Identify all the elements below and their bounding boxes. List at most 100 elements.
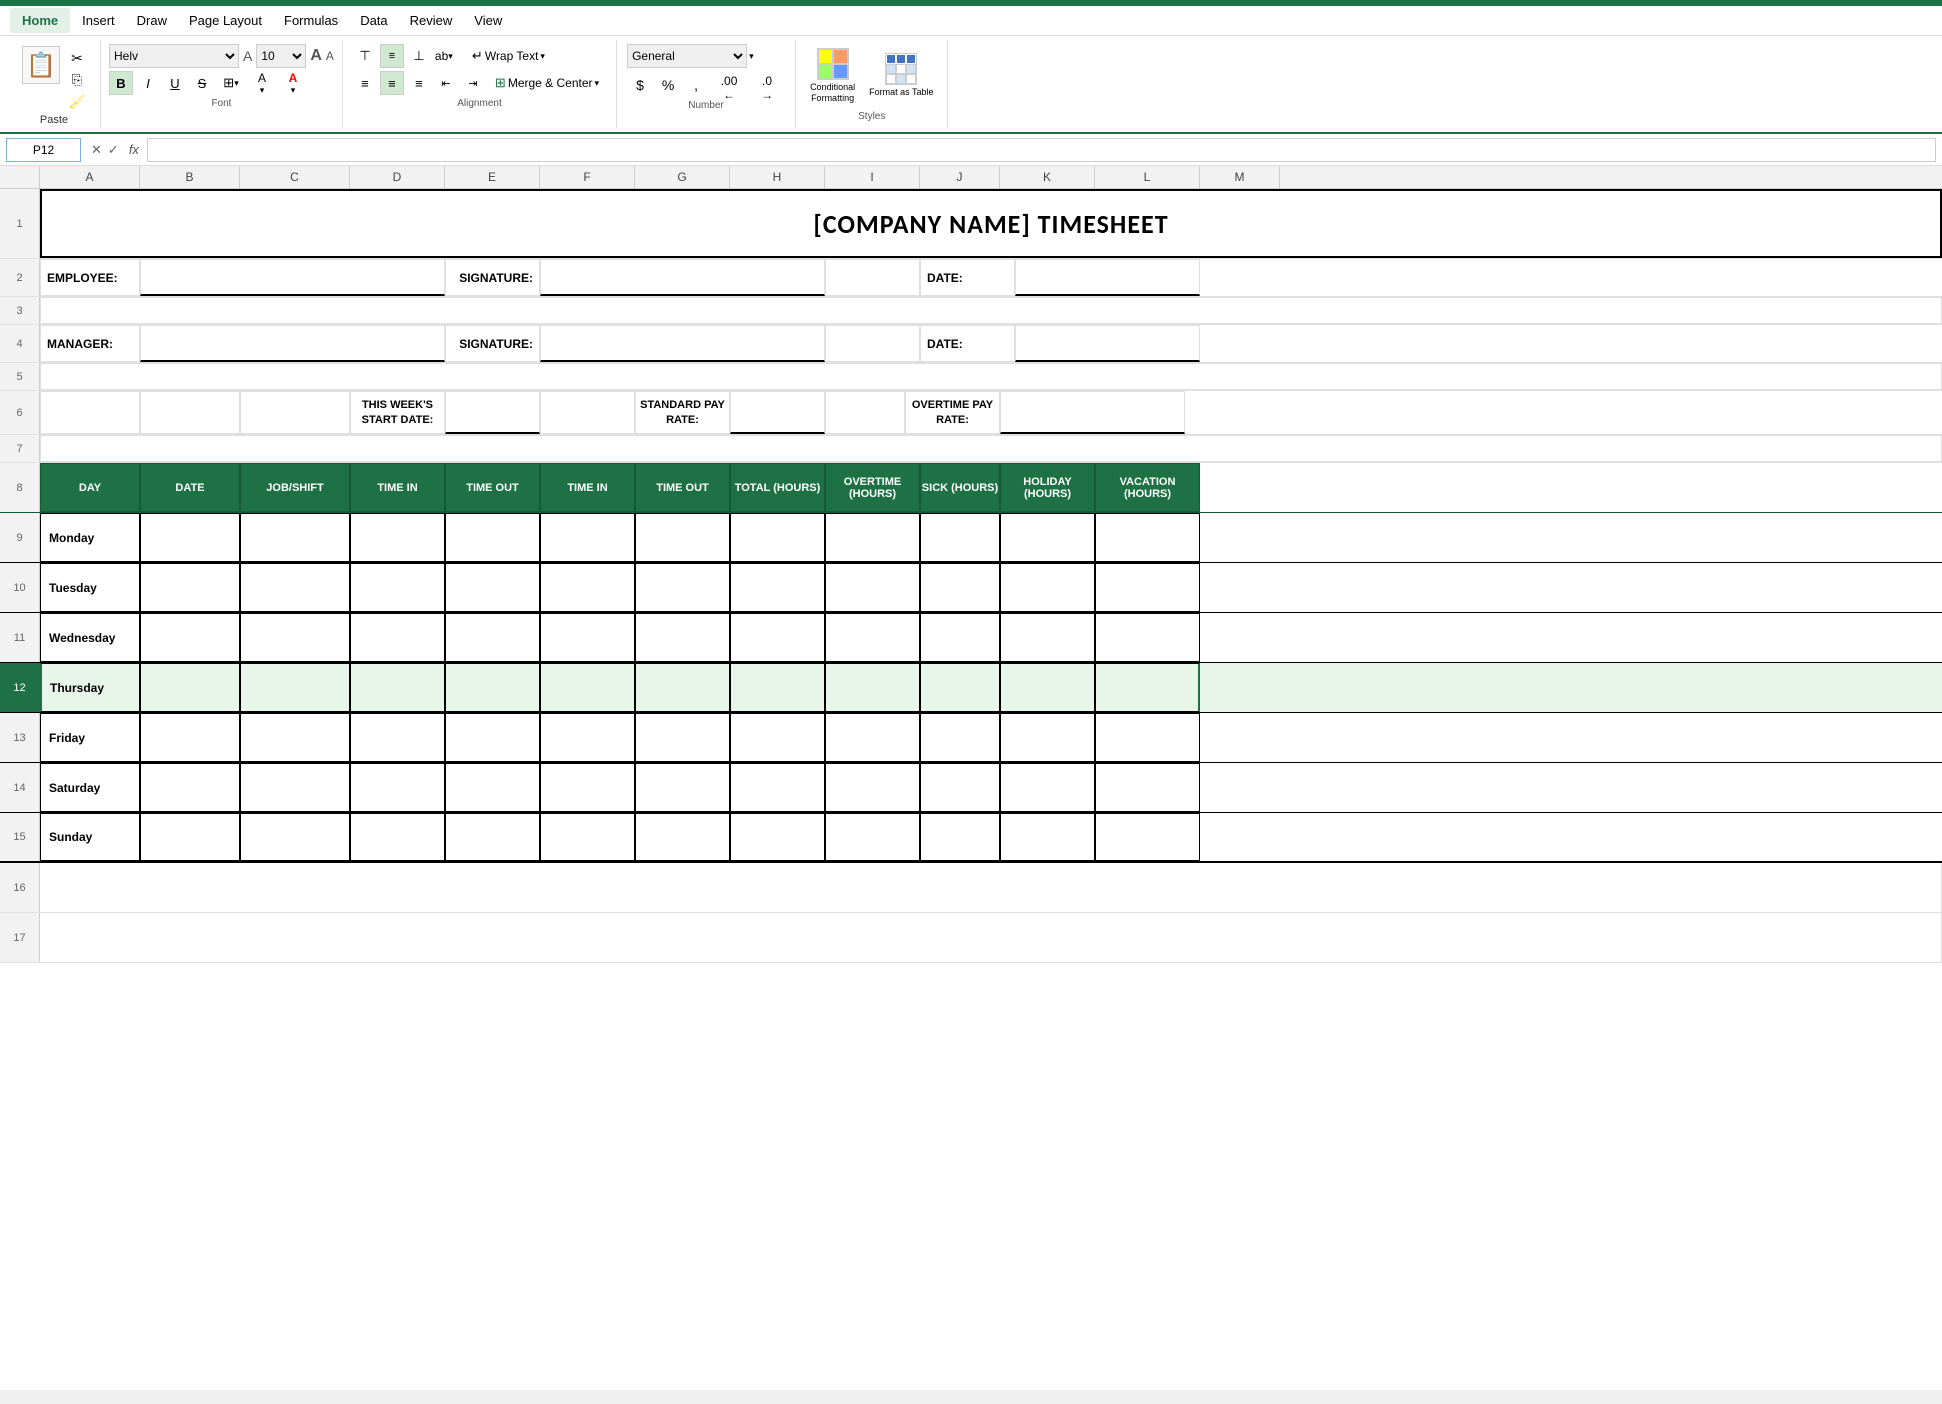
copy-button[interactable]: ⎘ — [66, 70, 88, 90]
menu-data[interactable]: Data — [350, 8, 397, 33]
saturday-timein2-cell[interactable] — [540, 763, 635, 812]
increase-decimal-button[interactable]: .0→ — [749, 73, 785, 97]
date-input-cell-2[interactable] — [1015, 325, 1200, 362]
font-name-select[interactable]: Helv — [109, 44, 239, 68]
thursday-job-cell[interactable] — [240, 663, 350, 712]
tuesday-timein2-cell[interactable] — [540, 563, 635, 612]
tuesday-holiday-cell[interactable] — [1000, 563, 1095, 612]
decrease-decimal-button[interactable]: .00← — [711, 73, 747, 97]
menu-view[interactable]: View — [464, 8, 512, 33]
friday-day-cell[interactable]: Friday — [40, 713, 140, 762]
currency-button[interactable]: $ — [627, 73, 653, 97]
menu-formulas[interactable]: Formulas — [274, 8, 348, 33]
col-header-h[interactable]: H — [730, 166, 825, 188]
sunday-holiday-cell[interactable] — [1000, 813, 1095, 861]
friday-overtime-cell[interactable] — [825, 713, 920, 762]
thursday-holiday-cell[interactable] — [1000, 663, 1095, 712]
signature-input-cell-2[interactable] — [540, 325, 825, 362]
wrap-text-button[interactable]: ↵ Wrap Text ▾ — [465, 45, 552, 67]
friday-timein1-cell[interactable] — [350, 713, 445, 762]
title-cell[interactable]: [COMPANY NAME] TIMESHEET — [40, 189, 1942, 258]
saturday-overtime-cell[interactable] — [825, 763, 920, 812]
std-pay-input-cell[interactable] — [730, 391, 825, 434]
thursday-sick-cell[interactable] — [920, 663, 1000, 712]
friday-date-cell[interactable] — [140, 713, 240, 762]
wednesday-timeout1-cell[interactable] — [445, 613, 540, 662]
saturday-vacation-cell[interactable] — [1095, 763, 1200, 812]
monday-holiday-cell[interactable] — [1000, 513, 1095, 562]
friday-timeout2-cell[interactable] — [635, 713, 730, 762]
menu-draw[interactable]: Draw — [127, 8, 177, 33]
sunday-job-cell[interactable] — [240, 813, 350, 861]
date-input-cell-1[interactable] — [1015, 259, 1200, 296]
monday-timeout1-cell[interactable] — [445, 513, 540, 562]
align-left-button[interactable]: ≡ — [353, 71, 377, 95]
menu-home[interactable]: Home — [10, 8, 70, 33]
sunday-timeout2-cell[interactable] — [635, 813, 730, 861]
wednesday-total-cell[interactable] — [730, 613, 825, 662]
sunday-vacation-cell[interactable] — [1095, 813, 1200, 861]
col-header-a[interactable]: A — [40, 166, 140, 188]
tuesday-job-cell[interactable] — [240, 563, 350, 612]
col-header-m[interactable]: M — [1200, 166, 1280, 188]
sunday-timein1-cell[interactable] — [350, 813, 445, 861]
col-header-e[interactable]: E — [445, 166, 540, 188]
col-header-d[interactable]: D — [350, 166, 445, 188]
comma-button[interactable]: , — [683, 73, 709, 97]
saturday-timein1-cell[interactable] — [350, 763, 445, 812]
sunday-timein2-cell[interactable] — [540, 813, 635, 861]
monday-date-cell[interactable] — [140, 513, 240, 562]
saturday-sick-cell[interactable] — [920, 763, 1000, 812]
wednesday-overtime-cell[interactable] — [825, 613, 920, 662]
align-top-button[interactable]: ⊤ — [353, 44, 377, 68]
thursday-date-cell[interactable] — [140, 663, 240, 712]
col-header-l[interactable]: L — [1095, 166, 1200, 188]
friday-vacation-cell[interactable] — [1095, 713, 1200, 762]
saturday-job-cell[interactable] — [240, 763, 350, 812]
tuesday-vacation-cell[interactable] — [1095, 563, 1200, 612]
fill-color-button[interactable]: A ▾ — [248, 71, 276, 95]
decrease-indent-button[interactable]: ⇤ — [434, 71, 458, 95]
thursday-timeout1-cell[interactable] — [445, 663, 540, 712]
saturday-total-cell[interactable] — [730, 763, 825, 812]
col-header-j[interactable]: J — [920, 166, 1000, 188]
monday-overtime-cell[interactable] — [825, 513, 920, 562]
tuesday-date-cell[interactable] — [140, 563, 240, 612]
thursday-timein2-cell[interactable] — [540, 663, 635, 712]
tuesday-overtime-cell[interactable] — [825, 563, 920, 612]
thursday-timeout2-cell[interactable] — [635, 663, 730, 712]
sunday-day-cell[interactable]: Sunday — [40, 813, 140, 861]
sunday-date-cell[interactable] — [140, 813, 240, 861]
tuesday-total-cell[interactable] — [730, 563, 825, 612]
confirm-formula-icon[interactable]: ✓ — [108, 142, 119, 158]
friday-total-cell[interactable] — [730, 713, 825, 762]
menu-page-layout[interactable]: Page Layout — [179, 8, 272, 33]
manager-input-cell[interactable] — [140, 325, 445, 362]
tuesday-sick-cell[interactable] — [920, 563, 1000, 612]
format-as-table-button[interactable]: Format as Table — [865, 49, 937, 102]
wednesday-timein2-cell[interactable] — [540, 613, 635, 662]
thursday-overtime-cell[interactable] — [825, 663, 920, 712]
wednesday-date-cell[interactable] — [140, 613, 240, 662]
wednesday-timeout2-cell[interactable] — [635, 613, 730, 662]
align-center-button[interactable]: ≡ — [380, 71, 404, 95]
wednesday-timein1-cell[interactable] — [350, 613, 445, 662]
italic-button[interactable]: I — [136, 71, 160, 95]
cancel-formula-icon[interactable]: ✕ — [91, 142, 102, 158]
monday-total-cell[interactable] — [730, 513, 825, 562]
week-start-input-cell[interactable] — [445, 391, 540, 434]
col-header-i[interactable]: I — [825, 166, 920, 188]
orientation-button[interactable]: ab▾ — [434, 44, 462, 68]
font-color-button[interactable]: A ▾ — [279, 71, 307, 95]
menu-review[interactable]: Review — [400, 8, 463, 33]
thursday-vacation-cell[interactable] — [1095, 663, 1200, 712]
col-header-f[interactable]: F — [540, 166, 635, 188]
overtime-pay-input-cell[interactable] — [1000, 391, 1185, 434]
wednesday-holiday-cell[interactable] — [1000, 613, 1095, 662]
monday-timein1-cell[interactable] — [350, 513, 445, 562]
saturday-day-cell[interactable]: Saturday — [40, 763, 140, 812]
underline-button[interactable]: U — [163, 71, 187, 95]
tuesday-timein1-cell[interactable] — [350, 563, 445, 612]
align-right-button[interactable]: ≡ — [407, 71, 431, 95]
border-button[interactable]: ⊞▾ — [217, 71, 245, 95]
